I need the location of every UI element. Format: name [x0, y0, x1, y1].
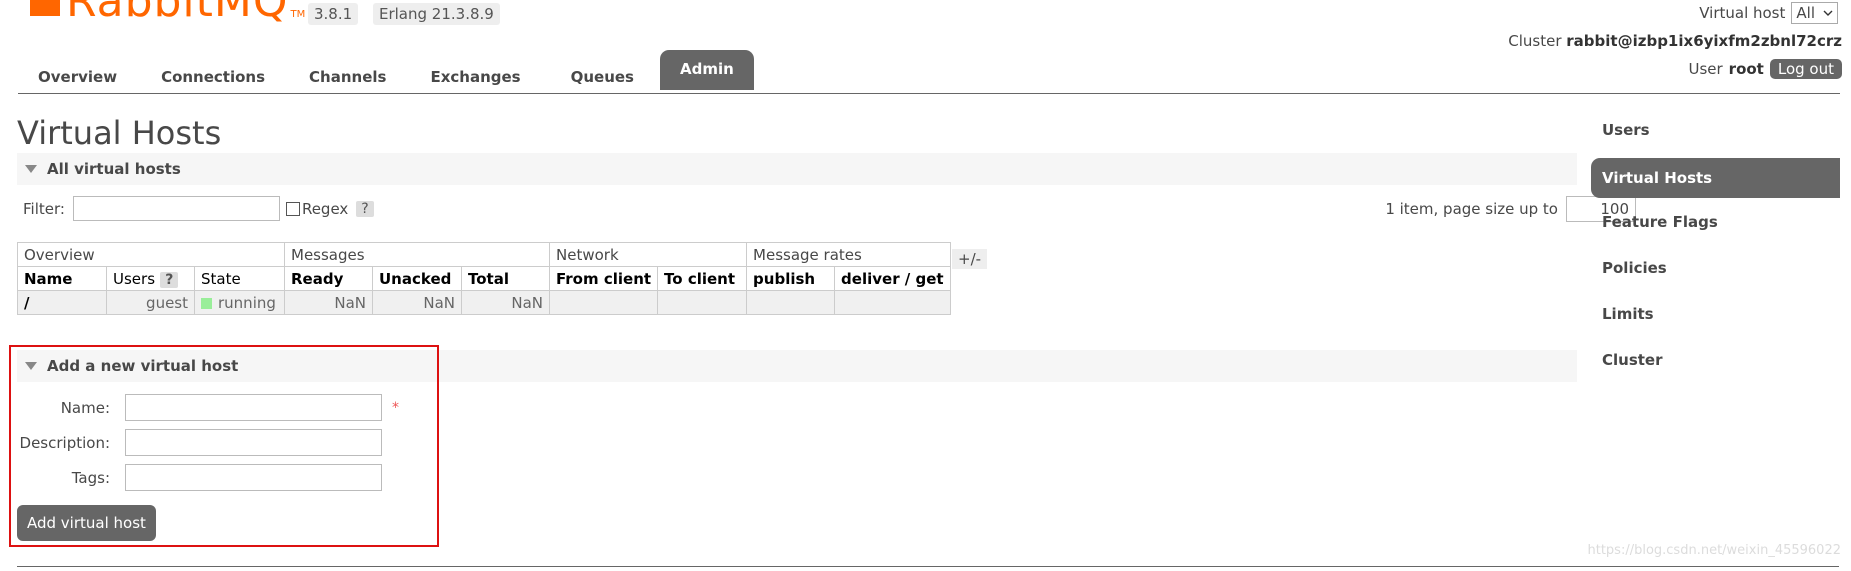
col-from-client[interactable]: From client — [548, 266, 659, 291]
section-title: Add a new virtual host — [47, 357, 239, 375]
col-users-label: Users — [113, 269, 156, 288]
add-virtual-host-button[interactable]: Add virtual host — [17, 505, 156, 541]
description-label: Description: — [19, 433, 110, 452]
sidebar-item-virtual-hosts[interactable]: Virtual Hosts — [1591, 158, 1840, 198]
vhost-ready: NaN — [284, 290, 373, 315]
group-messages: Messages — [284, 242, 550, 267]
tags-field[interactable] — [125, 464, 382, 491]
sidebar-item-users[interactable]: Users — [1591, 112, 1840, 158]
vhost-unacked: NaN — [372, 290, 462, 315]
virtual-host-label: Virtual host — [1699, 4, 1786, 22]
tab-overview[interactable]: Overview — [18, 57, 137, 90]
table-group-row: Overview Messages Network Message rates — [17, 242, 951, 267]
regex-checkbox[interactable] — [285, 201, 300, 216]
tags-row: Tags: — [17, 464, 382, 491]
regex-label: Regex — [301, 199, 349, 218]
col-total[interactable]: Total — [461, 266, 550, 291]
virtual-host-selector: Virtual host All — [1699, 2, 1838, 24]
user-name: root — [1728, 60, 1764, 78]
tab-exchanges[interactable]: Exchanges — [406, 57, 544, 90]
running-status-icon — [201, 297, 212, 309]
vhost-state: running — [194, 290, 285, 315]
col-users[interactable]: Users ? — [106, 266, 195, 291]
footer-divider — [17, 566, 1839, 567]
users-help-icon[interactable]: ? — [160, 271, 179, 288]
paging-text: 1 item, page size up to — [1385, 200, 1558, 218]
tab-queues[interactable]: Queues — [545, 57, 660, 90]
page-title: Virtual Hosts — [17, 114, 222, 152]
collapse-triangle-icon — [25, 165, 37, 173]
main-tabs: Overview Connections Channels Exchanges … — [18, 50, 754, 90]
add-virtual-host-header[interactable]: Add a new virtual host — [17, 350, 1577, 382]
cluster-name: rabbit@izbp1ix6yixfm2zbnl72crz — [1566, 32, 1842, 50]
logout-button[interactable]: Log out — [1769, 59, 1842, 79]
admin-sidebar: Users Virtual Hosts Feature Flags Polici… — [1591, 112, 1840, 388]
vhost-users: guest — [106, 290, 195, 315]
logo-text: RabbitMQ — [66, 0, 289, 27]
table-header-row: Name Users ? State Ready Unacked Total F… — [17, 266, 951, 291]
version-badge: 3.8.1 — [308, 3, 359, 25]
group-network: Network — [548, 242, 748, 267]
rabbitmq-logo[interactable]: RabbitMQ TM — [30, 0, 306, 27]
name-row: Name: * — [17, 394, 399, 421]
col-to-client[interactable]: To client — [657, 266, 748, 291]
cluster-label: Cluster — [1508, 32, 1562, 50]
required-mark: * — [392, 399, 399, 416]
tab-channels[interactable]: Channels — [289, 57, 406, 90]
cluster-info: Cluster rabbit@izbp1ix6yixfm2zbnl72crz — [1508, 32, 1842, 50]
vhost-name-link[interactable]: / — [17, 290, 107, 315]
group-overview: Overview — [17, 242, 285, 267]
logo-trademark: TM — [290, 9, 306, 20]
user-label: User — [1688, 60, 1723, 78]
sidebar-item-policies[interactable]: Policies — [1591, 250, 1840, 296]
col-ready[interactable]: Ready — [284, 266, 373, 291]
vhost-to-client — [657, 290, 748, 315]
user-info: User root Log out — [1688, 59, 1842, 79]
logo-mark-icon — [30, 0, 60, 16]
vhost-from-client — [548, 290, 659, 315]
tab-admin[interactable]: Admin — [659, 50, 754, 90]
sidebar-item-cluster[interactable]: Cluster — [1591, 342, 1840, 388]
vhost-state-text: running — [218, 293, 276, 312]
name-label: Name: — [60, 398, 110, 417]
name-field[interactable] — [125, 394, 382, 421]
vhost-total: NaN — [461, 290, 550, 315]
col-state[interactable]: State — [194, 266, 285, 291]
vhost-publish — [746, 290, 836, 315]
erlang-version-badge: Erlang 21.3.8.9 — [373, 3, 500, 25]
col-publish[interactable]: publish — [746, 266, 836, 291]
columns-toggle-button[interactable]: +/- — [952, 249, 988, 269]
watermark: https://blog.csdn.net/weixin_45596022 — [1587, 543, 1841, 558]
group-message-rates: Message rates — [746, 242, 951, 267]
description-field[interactable] — [125, 429, 382, 456]
tab-divider — [18, 93, 1840, 94]
tags-label: Tags: — [71, 468, 110, 487]
filter-label: Filter: — [23, 199, 65, 218]
vhost-deliver-get — [834, 290, 951, 315]
sidebar-item-limits[interactable]: Limits — [1591, 296, 1840, 342]
tab-connections[interactable]: Connections — [137, 57, 289, 90]
table-row[interactable]: / guest running NaN NaN NaN — [17, 290, 951, 315]
description-row: Description: — [17, 429, 382, 456]
section-title: All virtual hosts — [47, 160, 181, 178]
all-virtual-hosts-header[interactable]: All virtual hosts — [17, 153, 1577, 185]
virtual-host-select[interactable]: All — [1791, 2, 1838, 24]
regex-help-icon[interactable]: ? — [356, 200, 374, 217]
filter-input[interactable] — [72, 196, 280, 221]
collapse-triangle-icon — [25, 362, 37, 370]
virtual-host-value: All — [1796, 4, 1815, 22]
chevron-down-icon — [1823, 10, 1833, 16]
virtual-hosts-table: Overview Messages Network Message rates … — [17, 242, 951, 315]
col-unacked[interactable]: Unacked — [372, 266, 462, 291]
col-deliver-get[interactable]: deliver / get — [834, 266, 951, 291]
sidebar-item-feature-flags[interactable]: Feature Flags — [1591, 204, 1840, 250]
filter-row: Filter: Regex ? — [23, 196, 374, 221]
col-name[interactable]: Name — [17, 266, 107, 291]
